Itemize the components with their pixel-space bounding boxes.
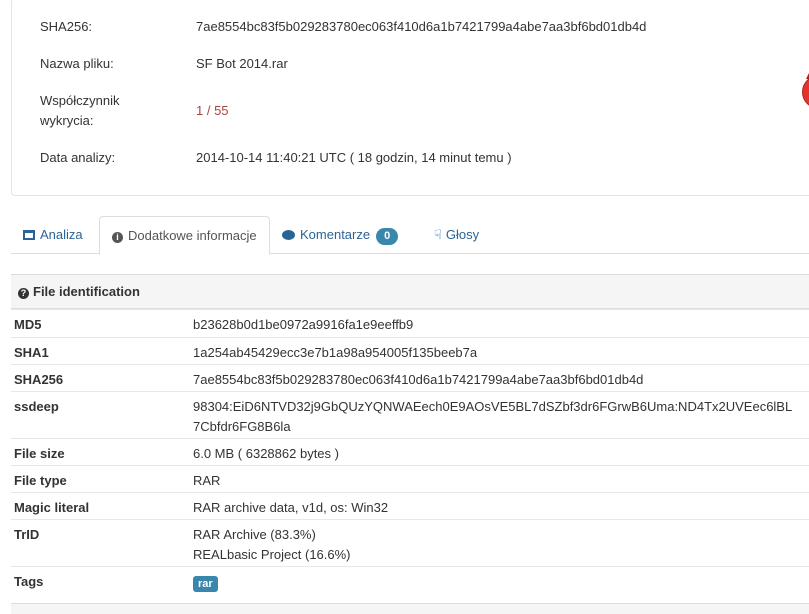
sha256-summary-row: SHA256: 7ae8554bc83f5b029283780ec063f410… <box>40 17 646 37</box>
file-summary-panel: SHA256: 7ae8554bc83f5b029283780ec063f410… <box>11 0 809 196</box>
ssdeep-value-line1: 98304:EiD6NTVD32j9GbQUzYQNWAEech0E9AOsVE… <box>193 399 793 414</box>
table-row: SHA1 1a254ab45429ecc3e7b1a98a954005f135b… <box>11 337 809 364</box>
filename-value: SF Bot 2014.rar <box>196 56 288 71</box>
table-row: MD5 b23628b0d1be0972a9916fa1e9eeffb9 <box>11 309 809 337</box>
table-row: TrID RAR Archive (83.3%) REALbasic Proje… <box>11 519 809 566</box>
table-row: ssdeep 98304:EiD6NTVD32j9GbQUzYQNWAEech0… <box>11 391 809 438</box>
analysis-date-value: 2014-10-14 11:40:21 UTC ( 18 godzin, 14 … <box>196 150 512 165</box>
sha1-value: 1a254ab45429ecc3e7b1a98a954005f135beeb7a <box>193 345 478 360</box>
table-row: Tags rar <box>11 566 809 603</box>
filename-row: Nazwa pliku: SF Bot 2014.rar <box>40 54 288 74</box>
tags-value: rar <box>193 573 218 593</box>
info-icon: i <box>112 232 123 243</box>
tab-glosy-label: Głosy <box>445 227 480 242</box>
sha1-key: SHA1 <box>14 345 49 360</box>
table-row: Magic literal RAR archive data, v1d, os:… <box>11 492 809 519</box>
table-icon <box>23 230 35 240</box>
sha256-label: SHA256: <box>40 19 93 34</box>
detection-ratio-row: Współczynnik wykrycia: 1 / 55 <box>40 91 229 131</box>
file-size-value: 6.0 MB ( 6328862 bytes ) <box>193 446 339 461</box>
sha256-table-value: 7ae8554bc83f5b029283780ec063f410d6a1b742… <box>193 372 644 387</box>
ssdeep-value: 98304:EiD6NTVD32j9GbQUzYQNWAEech0E9AOsVE… <box>193 397 792 437</box>
tags-key: Tags <box>14 574 44 589</box>
table-row: SHA256 7ae8554bc83f5b029283780ec063f410d… <box>11 364 809 391</box>
ssdeep-key: ssdeep <box>14 399 59 414</box>
file-type-key: File type <box>14 473 67 488</box>
trid-value: RAR Archive (83.3%) REALbasic Project (1… <box>193 525 351 565</box>
tab-komentarze[interactable]: Komentarze 0 <box>270 216 410 254</box>
question-icon: ? <box>18 288 29 299</box>
next-panel-header <box>11 603 809 614</box>
detection-ratio-label-line1: Współczynnik <box>40 93 120 108</box>
malicious-devil-icon[interactable] <box>802 71 809 109</box>
tag-rar[interactable]: rar <box>193 576 218 592</box>
tab-bar: Analiza i Dodatkowe informacje Komentarze… <box>11 216 809 255</box>
sha256-key: SHA256 <box>14 372 64 387</box>
detection-ratio-label-line2: wykrycia: <box>40 113 94 128</box>
trid-key: TrID <box>14 527 40 542</box>
comments-count-badge: 0 <box>376 228 399 245</box>
tab-analiza[interactable]: Analiza <box>11 216 95 254</box>
file-size-key: File size <box>14 446 65 461</box>
analysis-date-row: Data analizy: 2014-10-14 11:40:21 UTC ( … <box>40 148 512 168</box>
tab-dodatkowe-informacje-label: Dodatkowe informacje <box>128 228 257 243</box>
file-identification-title: File identification <box>33 284 140 299</box>
comment-icon <box>282 230 295 240</box>
file-type-value: RAR <box>193 473 221 488</box>
magic-literal-value: RAR archive data, v1d, os: Win32 <box>193 500 389 515</box>
md5-value: b23628b0d1be0972a9916fa1e9eeffb9 <box>193 317 414 332</box>
detection-ratio-value[interactable]: 1 / 55 <box>196 101 229 131</box>
sha256-value: 7ae8554bc83f5b029283780ec063f410d6a1b742… <box>196 19 647 34</box>
tab-analiza-label: Analiza <box>40 227 83 242</box>
tab-komentarze-label: Komentarze <box>300 227 371 242</box>
detection-ratio-label: Współczynnik wykrycia: <box>40 91 196 131</box>
analysis-date-label: Data analizy: <box>40 150 116 165</box>
magic-literal-key: Magic literal <box>14 500 90 515</box>
filename-label: Nazwa pliku: <box>40 56 114 71</box>
tab-dodatkowe-informacje[interactable]: i Dodatkowe informacje <box>99 216 270 255</box>
table-row: File size 6.0 MB ( 6328862 bytes ) <box>11 438 809 465</box>
file-identification-header: ? File identification <box>11 274 809 309</box>
table-row: File type RAR <box>11 465 809 492</box>
trid-value-line2: REALbasic Project (16.6%) <box>193 547 351 562</box>
md5-key: MD5 <box>14 317 42 332</box>
trid-value-line1: RAR Archive (83.3%) <box>193 527 316 542</box>
thumbs-icon: ☟ <box>434 227 442 242</box>
tab-glosy[interactable]: ☟ Głosy <box>422 216 491 254</box>
ssdeep-value-line2: 7Cbfdr6FG8B6la <box>193 419 291 434</box>
